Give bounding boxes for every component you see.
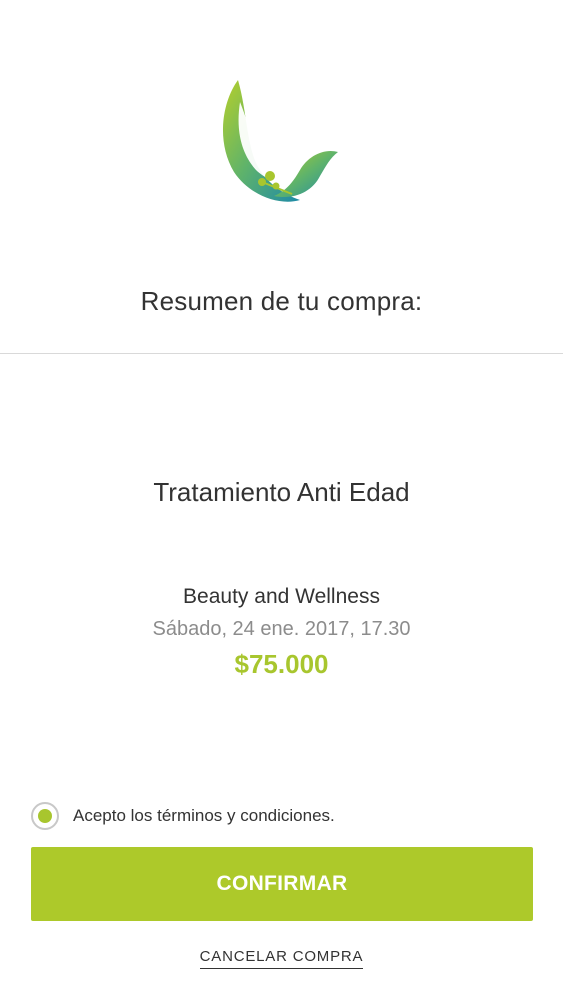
- price: $75.000: [234, 649, 329, 679]
- terms-label[interactable]: Acepto los términos y condiciones.: [73, 806, 335, 826]
- venue-name: Beauty and Wellness: [183, 585, 380, 608]
- page-title: Resumen de tu compra:: [140, 286, 423, 316]
- terms-radio[interactable]: [31, 802, 59, 830]
- radio-selected-dot: [38, 809, 52, 823]
- service-name: Tratamiento Anti Edad: [153, 477, 410, 507]
- appointment-datetime: Sábado, 24 ene. 2017, 17.30: [152, 618, 411, 640]
- divider: [0, 353, 563, 354]
- cancel-container: CANCELAR COMPRA: [0, 948, 563, 969]
- terms-row[interactable]: Acepto los términos y condiciones.: [31, 800, 335, 832]
- leaf-bird-logo-icon: [200, 72, 350, 222]
- cancel-purchase-link[interactable]: CANCELAR COMPRA: [199, 948, 364, 969]
- confirm-button[interactable]: CONFIRMAR: [31, 847, 533, 921]
